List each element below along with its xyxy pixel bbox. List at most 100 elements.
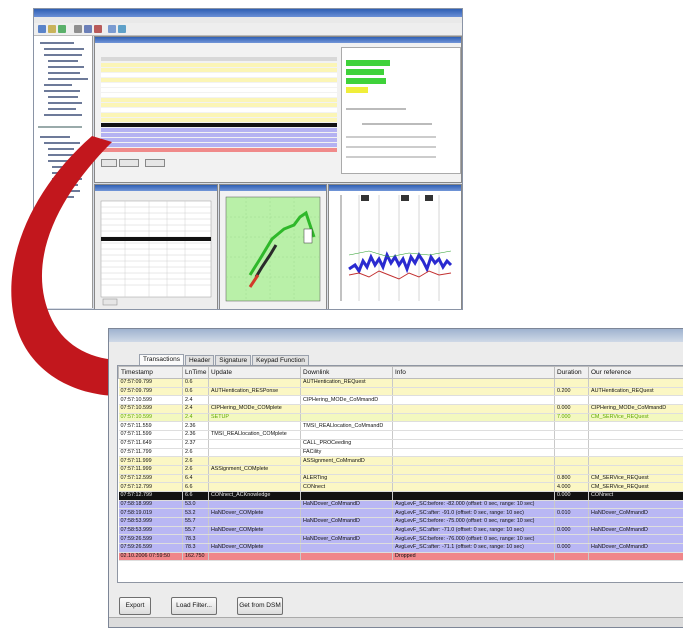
table-cell: AvgLevF_SC:before: -76.000 (offset: 0 se…: [393, 535, 555, 544]
table-cell: [209, 500, 301, 509]
table-row[interactable]: 07:58:53.99955.7HaNDover_COMpleteAvgLevF…: [119, 526, 683, 535]
transactions-grid: Timestamp LnTime Update Downlink Info Du…: [117, 365, 683, 583]
table-cell: [589, 465, 683, 474]
table-cell: [209, 422, 301, 431]
table-cell: HaNDover_COMplete: [209, 544, 301, 553]
table-cell: 55.7: [183, 518, 209, 527]
table-cell: AvgLevF_SC:after: -71.0 (offset: 0 sec, …: [393, 526, 555, 535]
table-cell: 7.000: [555, 413, 589, 422]
table-cell: 07:58:53.999: [119, 518, 183, 527]
table-cell: AUTHentication_REQuest: [589, 387, 683, 396]
table-row[interactable]: 07:58:18.99953.0HaNDover_CoMmandDAvgLevF…: [119, 500, 683, 509]
table-cell: [301, 526, 393, 535]
table-cell: HaNDover_CoMmandD: [589, 544, 683, 553]
table-row[interactable]: 07:57:10.5992.4CIPHering_MODe_COMplete0.…: [119, 405, 683, 414]
table-cell: [209, 439, 301, 448]
table-cell: HaNDover_CoMmandD: [301, 535, 393, 544]
table-cell: [209, 457, 301, 466]
load-filter-button[interactable]: Load Filter...: [171, 597, 217, 615]
table-row[interactable]: 07:57:12.5996.4ALERTing0.800CM_SERVice_R…: [119, 474, 683, 483]
table-cell: [393, 405, 555, 414]
table-row[interactable]: 07:57:10.5992.4SETUP7.000CM_SERVice_REQu…: [119, 413, 683, 422]
table-cell: AvgLevF_SC:before: -82.000 (offset: 0 se…: [393, 500, 555, 509]
table-row[interactable]: 07:57:11.5992.36TMSI_REALlocation_COMple…: [119, 431, 683, 440]
table-cell: 07:57:10.599: [119, 396, 183, 405]
column-header-timestamp[interactable]: Timestamp: [119, 367, 183, 379]
table-cell: 0.800: [555, 474, 589, 483]
table-cell: [393, 396, 555, 405]
table-cell: 07:57:09.799: [119, 379, 183, 388]
table-cell: 2.6: [183, 457, 209, 466]
table-cell: [393, 448, 555, 457]
table-row[interactable]: 07:57:11.7992.6FACility: [119, 448, 683, 457]
table-row[interactable]: 07:59:26.59978.3 HaNDover_CoMmandDAvgLevF…: [119, 535, 683, 544]
table-cell: CM_SERVice_REQuest: [589, 413, 683, 422]
tab-bar: TransactionsHeaderSignatureKeypad Functi…: [139, 354, 310, 365]
table-cell: 0.000: [555, 405, 589, 414]
table-cell: 6.4: [183, 474, 209, 483]
table-row[interactable]: 07:57:12.7996.6CONnect_ACKnowledge0.000C…: [119, 491, 683, 500]
table-cell: ASSignment_COMplete: [209, 465, 301, 474]
table-cell: [393, 457, 555, 466]
table-cell: 78.3: [183, 535, 209, 544]
table-cell: 07:59:26.599: [119, 535, 183, 544]
table-row[interactable]: 07:59:26.59978.3HaNDover_COMplete AvgLevF…: [119, 544, 683, 553]
table-cell: 0.000: [555, 526, 589, 535]
export-button[interactable]: Export: [119, 597, 151, 615]
table-cell: [209, 518, 301, 527]
column-header-downlink[interactable]: Downlink: [301, 367, 393, 379]
table-cell: AvgLevF_SC:before: -75.000 (offset: 0 se…: [393, 518, 555, 527]
table-row[interactable]: 07:57:09.7990.6AUTHentication_REQuest: [119, 379, 683, 388]
table-row[interactable]: 02.10.2006 07:59:50162.750Dropped: [119, 552, 683, 561]
table-cell: [209, 535, 301, 544]
table-row[interactable]: 07:57:12.7996.6CONnect4.000CM_SERVice_RE…: [119, 483, 683, 492]
table-cell: 78.3: [183, 544, 209, 553]
table-cell: [393, 439, 555, 448]
table-cell: 6.6: [183, 483, 209, 492]
grid-header-row: Timestamp LnTime Update Downlink Info Du…: [119, 367, 683, 379]
table-cell: [589, 431, 683, 440]
table-row[interactable]: 07:58:53.99955.7HaNDover_CoMmandDAvgLevF…: [119, 518, 683, 527]
table-cell: [393, 483, 555, 492]
table-cell: 07:57:12.799: [119, 491, 183, 500]
table-row[interactable]: 07:58:19.01953.2HaNDover_COMpleteAvgLevF…: [119, 509, 683, 518]
table-cell: 07:57:11.599: [119, 431, 183, 440]
window-title-bar: [109, 329, 683, 342]
table-row[interactable]: 07:57:11.6492.37CALL_PROCeeding: [119, 439, 683, 448]
column-header-lntime[interactable]: LnTime: [183, 367, 209, 379]
table-cell: HaNDover_COMplete: [209, 509, 301, 518]
table-cell: [589, 422, 683, 431]
table-row[interactable]: 07:57:11.9992.6ASSignment_CoMmandD: [119, 457, 683, 466]
table-row[interactable]: 07:57:11.5592.36TMSI_REALlocation_CoMman…: [119, 422, 683, 431]
table-cell: 0.6: [183, 387, 209, 396]
table-cell: [301, 405, 393, 414]
table-row[interactable]: 07:57:10.5992.4CIPHering_MODe_CoMmandD: [119, 396, 683, 405]
column-header-duration[interactable]: Duration: [555, 367, 589, 379]
table-cell: 0.200: [555, 387, 589, 396]
table-cell: ASSignment_CoMmandD: [301, 457, 393, 466]
table-cell: AvgLevF_SC:after: -71.1 (offset: 0 sec, …: [393, 544, 555, 553]
table-cell: 0.000: [555, 491, 589, 500]
table-row[interactable]: 07:57:09.7990.6AUTHentication_RESPonse0.…: [119, 387, 683, 396]
table-cell: [589, 552, 683, 561]
table-cell: CIPHering_MODe_CoMmandD: [301, 396, 393, 405]
table-cell: [555, 396, 589, 405]
get-from-dsm-button[interactable]: Get from DSM: [237, 597, 283, 615]
column-header-info[interactable]: Info: [393, 367, 555, 379]
table-cell: [393, 422, 555, 431]
table-cell: 07:59:26.599: [119, 544, 183, 553]
table-cell: [301, 431, 393, 440]
table-cell: 55.7: [183, 526, 209, 535]
table-cell: 07:57:11.799: [119, 448, 183, 457]
table-cell: [589, 535, 683, 544]
table-cell: 2.37: [183, 439, 209, 448]
table-cell: [209, 396, 301, 405]
column-header-update[interactable]: Update: [209, 367, 301, 379]
table-cell: [301, 552, 393, 561]
column-header-our-reference[interactable]: Our reference: [589, 367, 683, 379]
table-cell: [589, 518, 683, 527]
table-cell: 07:57:10.599: [119, 413, 183, 422]
table-cell: [393, 474, 555, 483]
table-row[interactable]: 07:57:11.9992.6ASSignment_COMplete: [119, 465, 683, 474]
table-cell: 6.6: [183, 491, 209, 500]
